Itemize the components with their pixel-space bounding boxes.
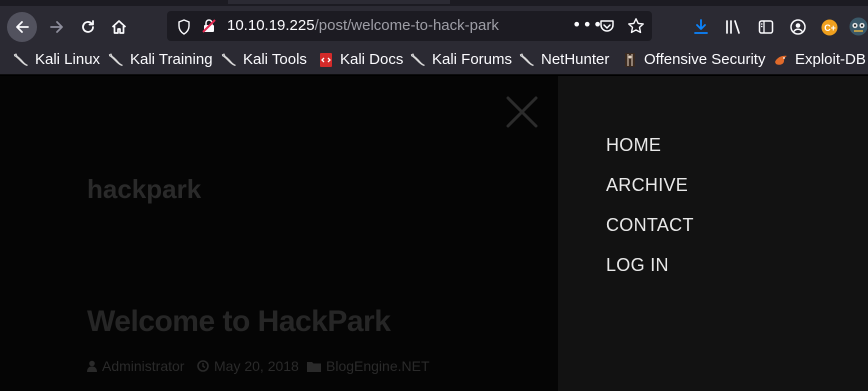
- bookmark-exploit-db[interactable]: Exploit-DB: [773, 51, 866, 68]
- clock-icon: [197, 360, 209, 372]
- post-author[interactable]: Administrator: [87, 358, 184, 374]
- folder-icon: [307, 361, 321, 372]
- bookmark-kali-docs[interactable]: Kali Docs: [318, 51, 403, 68]
- menu-item-log-in[interactable]: LOG IN: [606, 255, 669, 276]
- bookmark-nethunter[interactable]: NetHunter: [519, 51, 609, 68]
- kali-dragon-icon: [410, 52, 425, 66]
- close-menu-button[interactable]: [504, 94, 540, 130]
- url-bar[interactable]: 10.10.19.225/post/welcome-to-hack-park •…: [167, 11, 652, 41]
- user-icon: [87, 360, 97, 372]
- browser-window: 10.10.19.225/post/welcome-to-hack-park •…: [0, 0, 868, 391]
- menu-item-archive[interactable]: ARCHIVE: [606, 175, 688, 196]
- library-icon[interactable]: [725, 19, 743, 39]
- insecure-lock-icon[interactable]: [201, 18, 217, 38]
- arrow-right-icon: [50, 21, 63, 33]
- home-button[interactable]: [104, 12, 134, 42]
- side-navigation-menu: HOME ARCHIVE CONTACT LOG IN: [558, 76, 868, 391]
- bookmark-label: Kali Forums: [432, 51, 513, 68]
- offsec-icon: [625, 52, 635, 67]
- bookmark-star-icon[interactable]: [627, 17, 645, 39]
- url-path: /post/welcome-to-hack-park: [314, 17, 499, 34]
- downloads-icon[interactable]: [693, 19, 709, 39]
- close-icon: [506, 96, 538, 128]
- bookmark-kali-training[interactable]: Kali Training: [108, 51, 213, 68]
- page-overlay[interactable]: hackpark Welcome to HackPark Administrat…: [0, 76, 558, 391]
- forward-button[interactable]: [42, 12, 72, 42]
- reload-button[interactable]: [73, 12, 103, 42]
- url-host: 10.10.19.225: [227, 17, 315, 34]
- post-date: May 20, 2018: [197, 358, 299, 374]
- bookmark-offensive-security[interactable]: Offensive Security: [622, 51, 765, 68]
- category-text: BlogEngine.NET: [326, 358, 430, 374]
- kali-dragon-icon: [13, 52, 28, 66]
- extension-mask-icon[interactable]: [849, 17, 868, 40]
- bookmark-label: Kali Tools: [243, 51, 307, 68]
- kali-dragon-icon: [519, 52, 534, 66]
- kali-dragon-icon: [108, 52, 123, 66]
- cookie-extension-icon[interactable]: C+: [821, 19, 838, 40]
- bookmark-label: Exploit-DB: [795, 51, 866, 68]
- web-page: hackpark Welcome to HackPark Administrat…: [0, 76, 868, 391]
- bookmark-kali-linux[interactable]: Kali Linux: [13, 51, 100, 68]
- bookmark-label: Kali Training: [130, 51, 213, 68]
- bookmark-label: NetHunter: [541, 51, 610, 68]
- menu-item-contact[interactable]: CONTACT: [606, 215, 694, 236]
- pocket-icon[interactable]: [599, 18, 615, 38]
- author-name: Administrator: [102, 358, 185, 374]
- site-title[interactable]: hackpark: [87, 174, 201, 205]
- bookmarks-toolbar: Kali Linux Kali Training Kali Tools Kali…: [0, 46, 868, 75]
- home-icon: [111, 20, 127, 34]
- navigation-toolbar: 10.10.19.225/post/welcome-to-hack-park •…: [0, 6, 868, 46]
- date-text: May 20, 2018: [214, 358, 299, 374]
- account-icon[interactable]: [790, 19, 806, 39]
- sidebar-icon[interactable]: [758, 19, 774, 39]
- url-text[interactable]: 10.10.19.225/post/welcome-to-hack-park: [227, 17, 499, 34]
- exploit-db-icon: [775, 55, 787, 65]
- kali-dragon-icon: [221, 52, 236, 66]
- reload-icon: [82, 20, 94, 33]
- kali-docs-icon: [320, 52, 332, 67]
- bookmark-label: Offensive Security: [644, 51, 766, 68]
- svg-text:C+: C+: [824, 23, 836, 33]
- bookmark-label: Kali Docs: [340, 51, 404, 68]
- post-title[interactable]: Welcome to HackPark: [87, 305, 391, 339]
- tracking-protection-icon[interactable]: [177, 19, 191, 39]
- menu-item-home[interactable]: HOME: [606, 135, 661, 156]
- post-category[interactable]: BlogEngine.NET: [307, 358, 430, 374]
- bookmark-kali-tools[interactable]: Kali Tools: [221, 51, 307, 68]
- back-button[interactable]: [7, 12, 37, 42]
- active-tab[interactable]: [228, 0, 450, 4]
- arrow-left-icon: [16, 21, 29, 33]
- bookmark-kali-forums[interactable]: Kali Forums: [410, 51, 512, 68]
- bookmark-label: Kali Linux: [35, 51, 101, 68]
